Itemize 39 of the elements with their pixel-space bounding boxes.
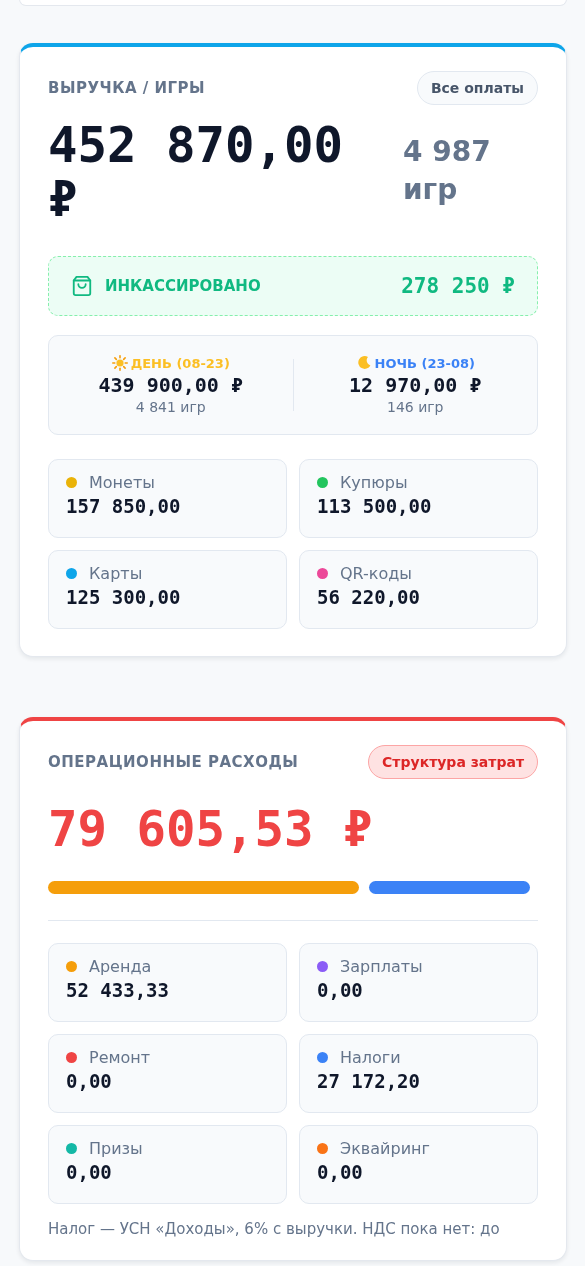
tile-amount: 113 500,00	[317, 495, 433, 517]
card-title: ОПЕРАЦИОННЫЕ РАСХОДЫ	[48, 753, 299, 771]
tile-label: Карты	[89, 564, 143, 583]
shift-label: НОЧЬ (23-08)	[374, 355, 475, 371]
shift-games: 146 игр	[387, 399, 444, 415]
tile-label: Эквайринг	[340, 1139, 430, 1158]
cost-structure-button[interactable]: Структура затрат	[368, 745, 538, 779]
tile-label: Купюры	[340, 473, 408, 492]
tile-amount: 125 300,00	[66, 586, 182, 608]
tile-amount: 157 850,00	[66, 495, 182, 517]
tile-amount: 0,00	[66, 1161, 113, 1183]
shift-games: 4 841 игр	[135, 399, 206, 415]
shift-amount: 439 900,00 ₽	[98, 373, 243, 397]
tile-amount: 0,00	[66, 1070, 113, 1092]
tile-amount: 0,00	[317, 979, 364, 1001]
tile-label: Ремонт	[89, 1048, 151, 1067]
collected-label: ИНКАССИРОВАНО	[105, 277, 262, 295]
all-payments-button[interactable]: Все оплаты	[416, 71, 538, 105]
bag-icon	[71, 275, 93, 297]
tile-amount: 56 220,00	[317, 586, 421, 608]
tile-label: Монеты	[89, 473, 155, 492]
collected-amount: 278 250 ₽	[401, 274, 515, 298]
tile-label: Зарплаты	[340, 957, 423, 976]
moon-icon	[355, 355, 372, 371]
sun-icon	[111, 355, 128, 371]
revenue-amount: 452 870,00 ₽	[48, 119, 344, 227]
tax-note: Налог — УСН «Доходы», 6% с выручки. НДС пока нет: до	[48, 1219, 501, 1240]
tile-amount: 0,00	[317, 1161, 364, 1183]
shift-amount: 12 970,00 ₽	[349, 373, 482, 397]
tile-label: Аренда	[89, 957, 152, 976]
shift-label: ДЕНЬ (08-23)	[130, 355, 230, 371]
tile-label: Налоги	[340, 1048, 401, 1067]
tile-amount: 27 172,20	[317, 1070, 421, 1092]
card-title: ВЫРУЧКА / ИГРЫ	[48, 79, 206, 97]
tile-amount: 52 433,33	[66, 979, 170, 1001]
expenses-amount: 79 605,53 ₽	[48, 803, 374, 857]
tile-label: QR-коды	[340, 564, 412, 583]
tile-label: Призы	[89, 1139, 143, 1158]
games-count: 4 987 игр	[403, 134, 492, 208]
